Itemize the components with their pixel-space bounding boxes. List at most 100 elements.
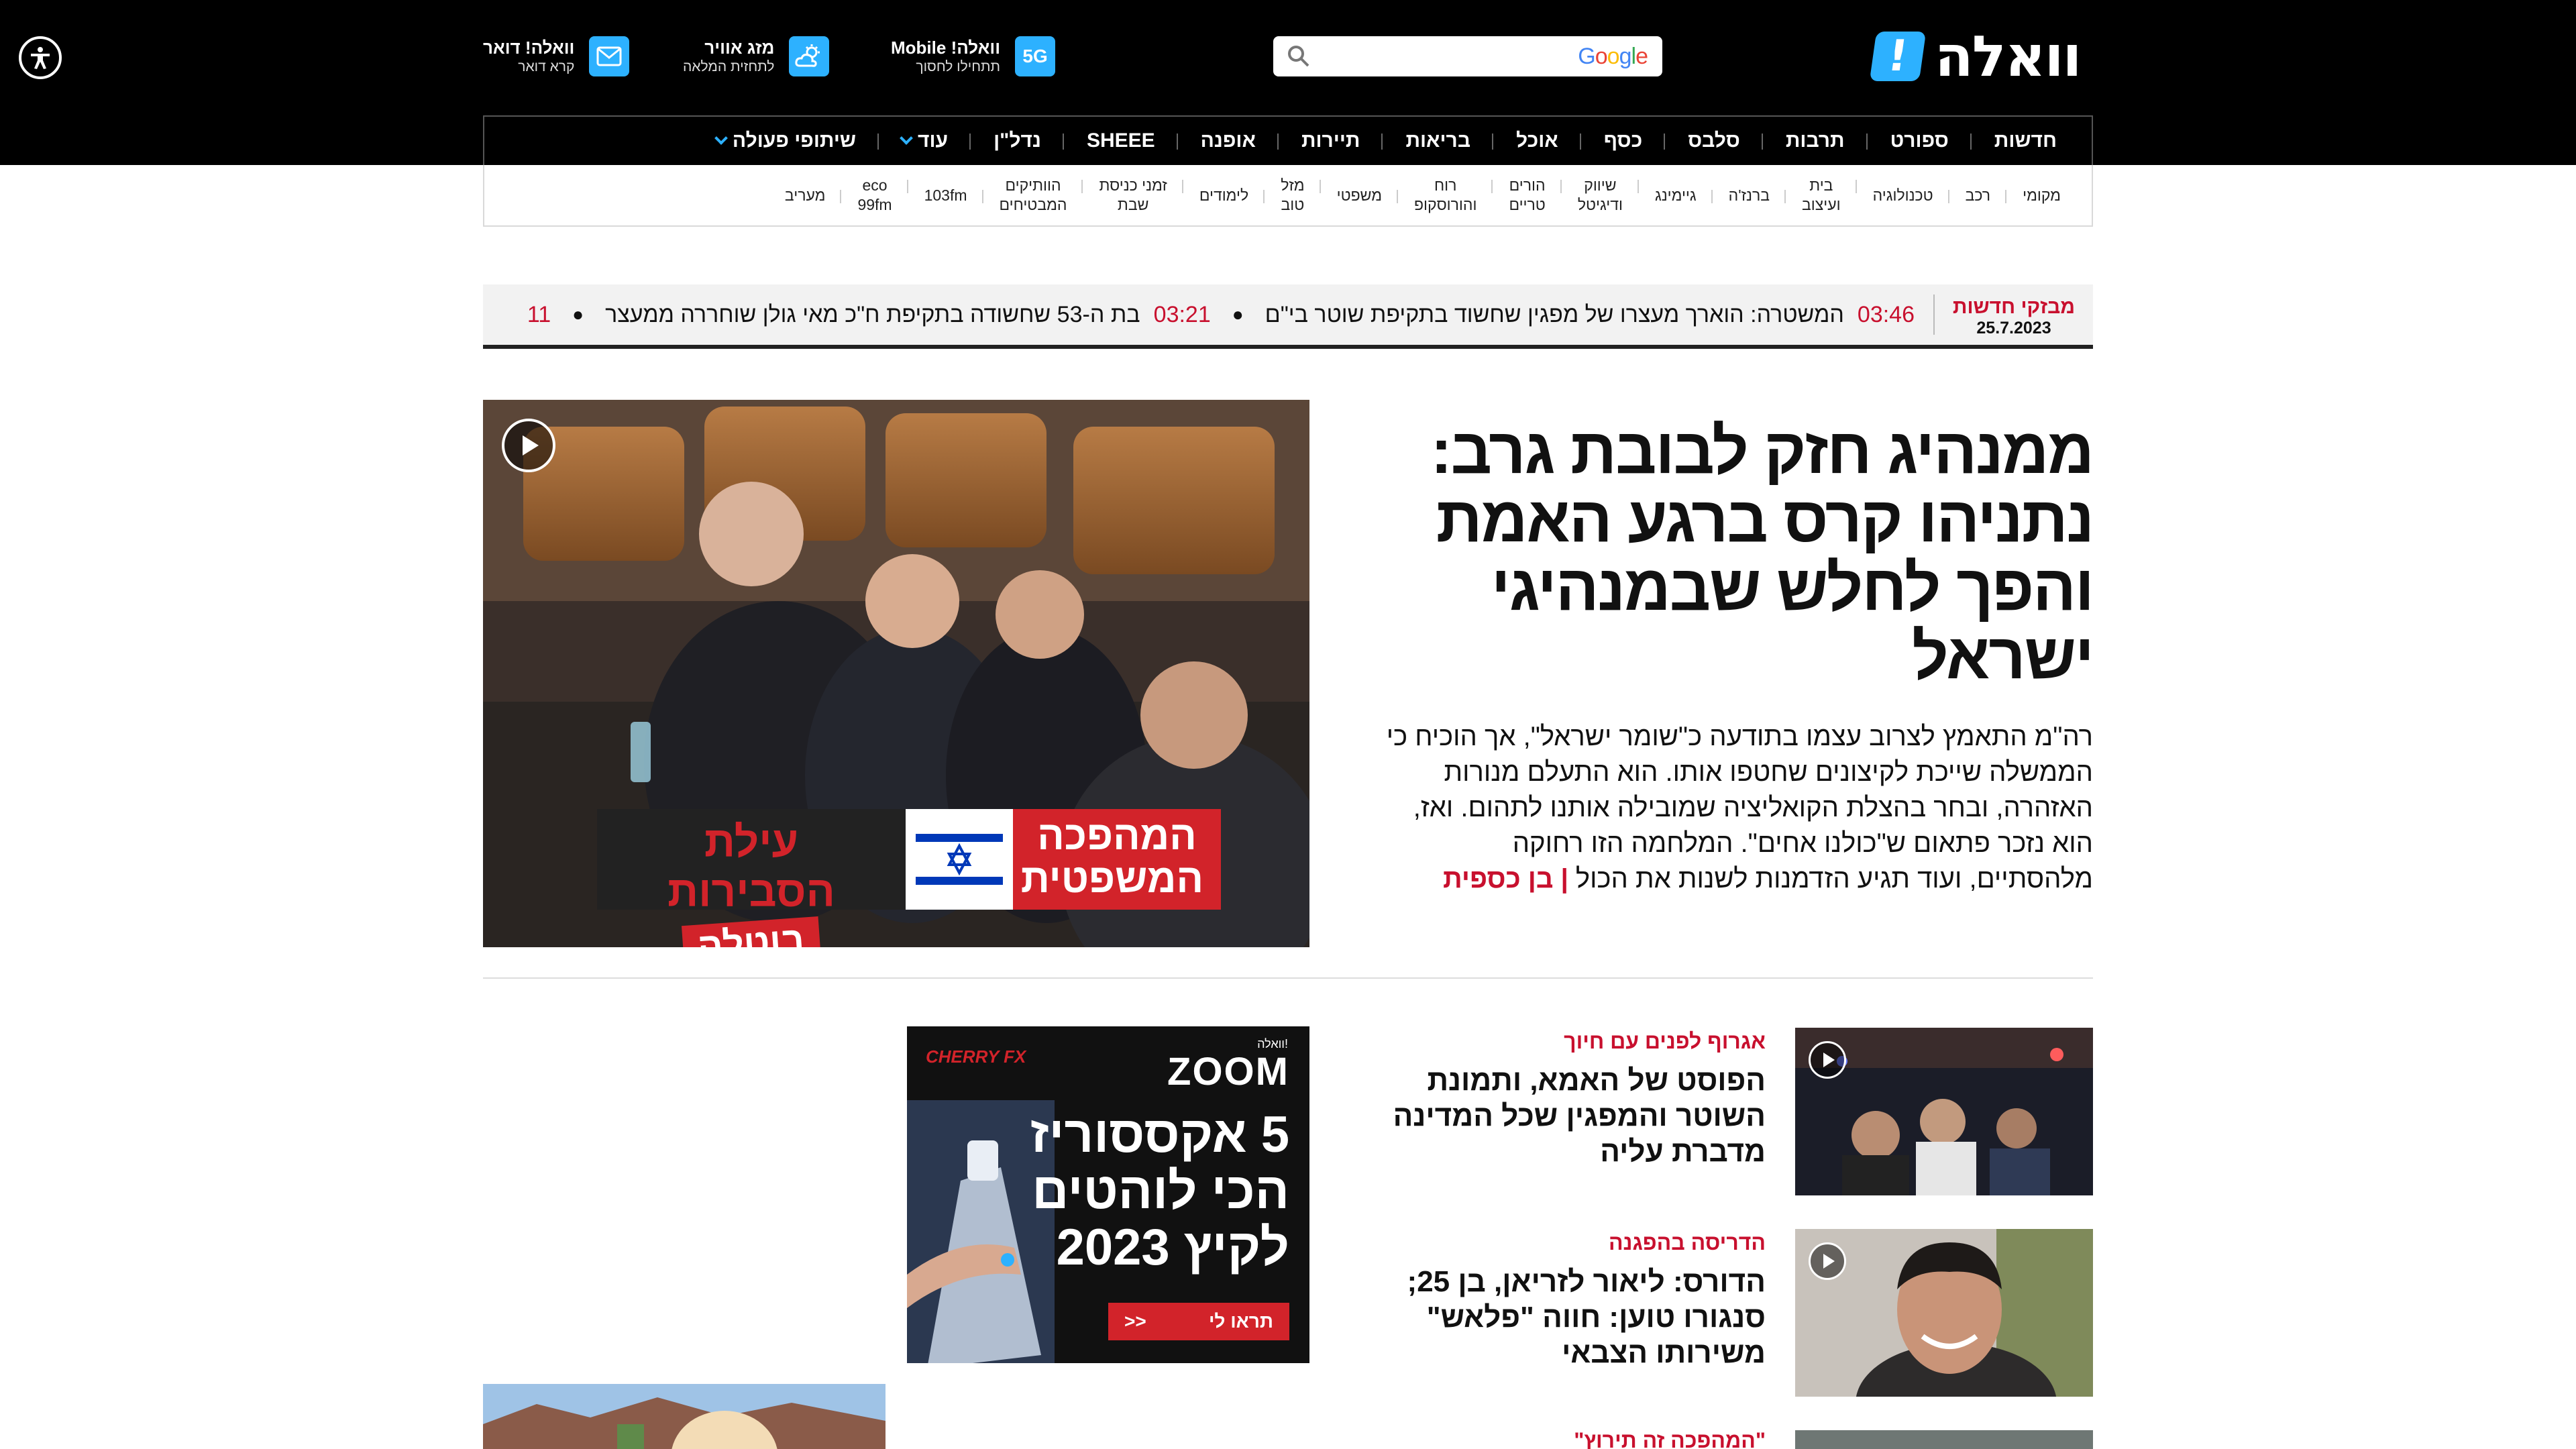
sub-nav: מקומי רכב טכנולוגיה בית ועיצוב ברנז'ה גי… bbox=[483, 165, 2093, 227]
nav-real-estate[interactable]: נדל"ן bbox=[971, 129, 1064, 152]
subnav-maariv[interactable]: מעריב bbox=[769, 186, 842, 205]
article-photo bbox=[483, 1384, 885, 1449]
israel-flag-icon bbox=[906, 809, 1013, 910]
subnav-mazal-tov[interactable]: מזל טוב bbox=[1265, 176, 1322, 215]
banner-right-text: עילת הסבירות bbox=[667, 818, 835, 916]
search-icon[interactable] bbox=[1285, 43, 1312, 70]
hero-author[interactable]: | בן כספית bbox=[1443, 864, 1568, 894]
article-category[interactable]: הדריסה בהפגנה bbox=[1390, 1229, 1766, 1256]
nav-fashion[interactable]: אופנה bbox=[1178, 129, 1279, 152]
video-play-icon[interactable] bbox=[1809, 1041, 1846, 1079]
article-thumbnail[interactable] bbox=[1795, 1430, 2093, 1449]
subnav-new-parents[interactable]: הורים טריים bbox=[1493, 176, 1562, 215]
nav-culture[interactable]: תרבות bbox=[1763, 129, 1868, 152]
ad-headline: 5 אקססוריז הכי לוהטים לקיץ 2023 bbox=[1030, 1106, 1289, 1276]
breaking-news-bar: מבזקי חדשות 25.7.2023 03:46 המשטרה: הואר… bbox=[483, 284, 2093, 349]
subnav-veterans[interactable]: הוותיקים המבטיחים bbox=[983, 176, 1083, 215]
nav-travel[interactable]: תיירות bbox=[1279, 129, 1383, 152]
mobile-subtitle: תתחילו לחסוך bbox=[916, 59, 1001, 74]
advertisement[interactable]: CHERRY FX וואלה! ZOOM 5 אקססוריז הכי לוה… bbox=[907, 1026, 1309, 1363]
nav-celebs[interactable]: סלבס bbox=[1665, 129, 1763, 152]
weather-icon bbox=[789, 36, 830, 76]
subnav-studies[interactable]: לימודים bbox=[1183, 186, 1265, 205]
chevron-down-icon bbox=[900, 131, 913, 145]
hero-summary[interactable]: רה"מ התאמץ לצרוב עצמו בתודעה כ"שומר ישרא… bbox=[1383, 719, 2093, 897]
logo-text: וואלה bbox=[1935, 23, 2082, 89]
article-title[interactable]: הדורס: ליאור לזריאן, בן 25; סנגורו טוען:… bbox=[1390, 1264, 1766, 1371]
nav-partnerships-label: שיתופי פעולה bbox=[732, 129, 857, 152]
mobile-link[interactable]: 5G וואלה! Mobile תתחילו לחסוך bbox=[891, 36, 1056, 76]
ad-cta-arrows: >> bbox=[1124, 1311, 1146, 1332]
article-text: הדריסה בהפגנה הדורס: ליאור לזריאן, בן 25… bbox=[1390, 1229, 1766, 1371]
ticker-bullet: ● bbox=[572, 304, 584, 325]
mail-icon bbox=[589, 36, 630, 76]
subnav-103fm[interactable]: 103fm bbox=[908, 186, 983, 205]
article-thumbnail[interactable] bbox=[483, 1384, 885, 1449]
hero-banner: המהפכה המשפטית עילת הסבירות בוטלה bbox=[597, 809, 1221, 947]
breaking-separator bbox=[1933, 294, 1935, 335]
subnav-gaming[interactable]: גיימינג bbox=[1639, 186, 1713, 205]
article-card[interactable]: הדריסה בהפגנה הדורס: ליאור לזריאן, בן 25… bbox=[1395, 1229, 2093, 1397]
nav-sport[interactable]: ספורט bbox=[1868, 129, 1972, 152]
subnav-legal[interactable]: משפטי bbox=[1321, 186, 1399, 205]
article-card[interactable]: אגרוף לפנים עם חיוך הפוסט של האמא, ותמונ… bbox=[1393, 1028, 2093, 1195]
google-logo: Google bbox=[1578, 43, 1648, 69]
article-thumbnail[interactable] bbox=[1795, 1028, 2093, 1195]
article-card[interactable]: "המהפכה זה תירוץ" bbox=[1395, 1430, 2093, 1449]
ad-cta-button[interactable]: >> תראו לי bbox=[1108, 1303, 1289, 1340]
ticker-item[interactable]: בת ה-53 שחשודה בתקיפת ח"כ מאי גולן שוחרר… bbox=[605, 302, 1140, 328]
banner-stamp: בוטלה bbox=[681, 916, 822, 947]
subnav-shabbat-times[interactable]: זמני כניסת שבת bbox=[1083, 176, 1184, 215]
video-play-icon[interactable] bbox=[502, 419, 555, 472]
article-title[interactable]: הפוסט של האמא, ותמונת השוטר והמפגין שכל … bbox=[1390, 1063, 1766, 1169]
article-thumbnail[interactable] bbox=[1795, 1229, 2093, 1397]
ad-brand: CHERRY FX bbox=[926, 1046, 1026, 1067]
banner-left-text: המהפכה המשפטית bbox=[1013, 809, 1221, 910]
section-divider bbox=[483, 977, 2093, 979]
walla-logo[interactable]: ! וואלה bbox=[1869, 23, 2082, 89]
video-play-icon[interactable] bbox=[1809, 1242, 1846, 1280]
search-input[interactable] bbox=[1334, 40, 1548, 72]
hero-title[interactable]: ממנהיג חזק לבובת גרב: נתניהו קרס ברגע הא… bbox=[1368, 417, 2094, 691]
mail-title: וואלה! דואר bbox=[483, 38, 575, 58]
mail-link[interactable]: וואלה! דואר קרא דואר bbox=[483, 36, 630, 76]
ticker-bullet: ● bbox=[1232, 304, 1244, 325]
ticker-item[interactable]: המשטרה: הוארך מעצרו של מפגין שחשוד בתקיפ… bbox=[1265, 302, 1844, 328]
main-nav: חדשות ספורט תרבות סלבס כסף אוכל בריאות ת… bbox=[483, 115, 2093, 165]
breaking-label[interactable]: מבזקי חדשות 25.7.2023 bbox=[1935, 292, 2093, 338]
nav-money[interactable]: כסף bbox=[1581, 129, 1666, 152]
nav-partnerships[interactable]: שיתופי פעולה bbox=[694, 129, 879, 152]
nav-news[interactable]: חדשות bbox=[1972, 129, 2080, 152]
weather-link[interactable]: מזג אוויר לתחזית המלאה bbox=[683, 36, 830, 76]
nav-more[interactable]: עוד bbox=[879, 129, 971, 152]
subnav-tech[interactable]: טכנולוגיה bbox=[1857, 186, 1949, 205]
ad-zoom-logo: ZOOM bbox=[1167, 1050, 1289, 1093]
weather-subtitle: לתחזית המלאה bbox=[683, 59, 775, 74]
weather-title: מזג אוויר bbox=[704, 38, 775, 58]
logo-mark: ! bbox=[1869, 32, 1927, 81]
nav-health[interactable]: בריאות bbox=[1383, 129, 1493, 152]
subnav-eco99[interactable]: eco 99fm bbox=[841, 176, 908, 215]
nav-sheee[interactable]: SHEEE bbox=[1064, 129, 1178, 152]
ticker-time: 03:21 bbox=[1153, 301, 1211, 327]
article-category[interactable]: אגרוף לפנים עם חיוך bbox=[1390, 1028, 1766, 1055]
5g-icon: 5G bbox=[1015, 36, 1056, 76]
accessibility-icon[interactable] bbox=[19, 36, 62, 79]
article-text: אגרוף לפנים עם חיוך הפוסט של האמא, ותמונ… bbox=[1390, 1028, 1766, 1169]
subnav-local[interactable]: מקומי bbox=[2006, 186, 2077, 205]
subnav-spirit[interactable]: רוח והורוסקופ bbox=[1398, 176, 1493, 215]
google-search-box[interactable]: Google bbox=[1273, 36, 1662, 76]
subnav-marketing[interactable]: שיווק ודיגיטל bbox=[1562, 176, 1640, 215]
ad-cta-label: תראו לי bbox=[1208, 1311, 1273, 1332]
news-ticker: 03:46 המשטרה: הוארך מעצרו של מפגין שחשוד… bbox=[514, 302, 1915, 328]
mobile-title: וואלה! Mobile bbox=[891, 38, 1001, 58]
subnav-branja[interactable]: ברנז'ה bbox=[1713, 186, 1786, 205]
subnav-home-design[interactable]: בית ועיצוב bbox=[1786, 176, 1857, 215]
hero-image[interactable]: המהפכה המשפטית עילת הסבירות בוטלה bbox=[483, 400, 1309, 947]
subnav-cars[interactable]: רכב bbox=[1949, 186, 2007, 205]
site-header: וואלה! דואר קרא דואר מזג אוויר לתחזית המ… bbox=[0, 0, 2576, 165]
nav-more-label: עוד bbox=[918, 129, 949, 152]
article-category[interactable]: "המהפכה זה תירוץ" bbox=[1395, 1430, 1766, 1449]
nav-food[interactable]: אוכל bbox=[1493, 129, 1581, 152]
article-text: "המהפכה זה תירוץ" bbox=[1395, 1430, 1766, 1449]
